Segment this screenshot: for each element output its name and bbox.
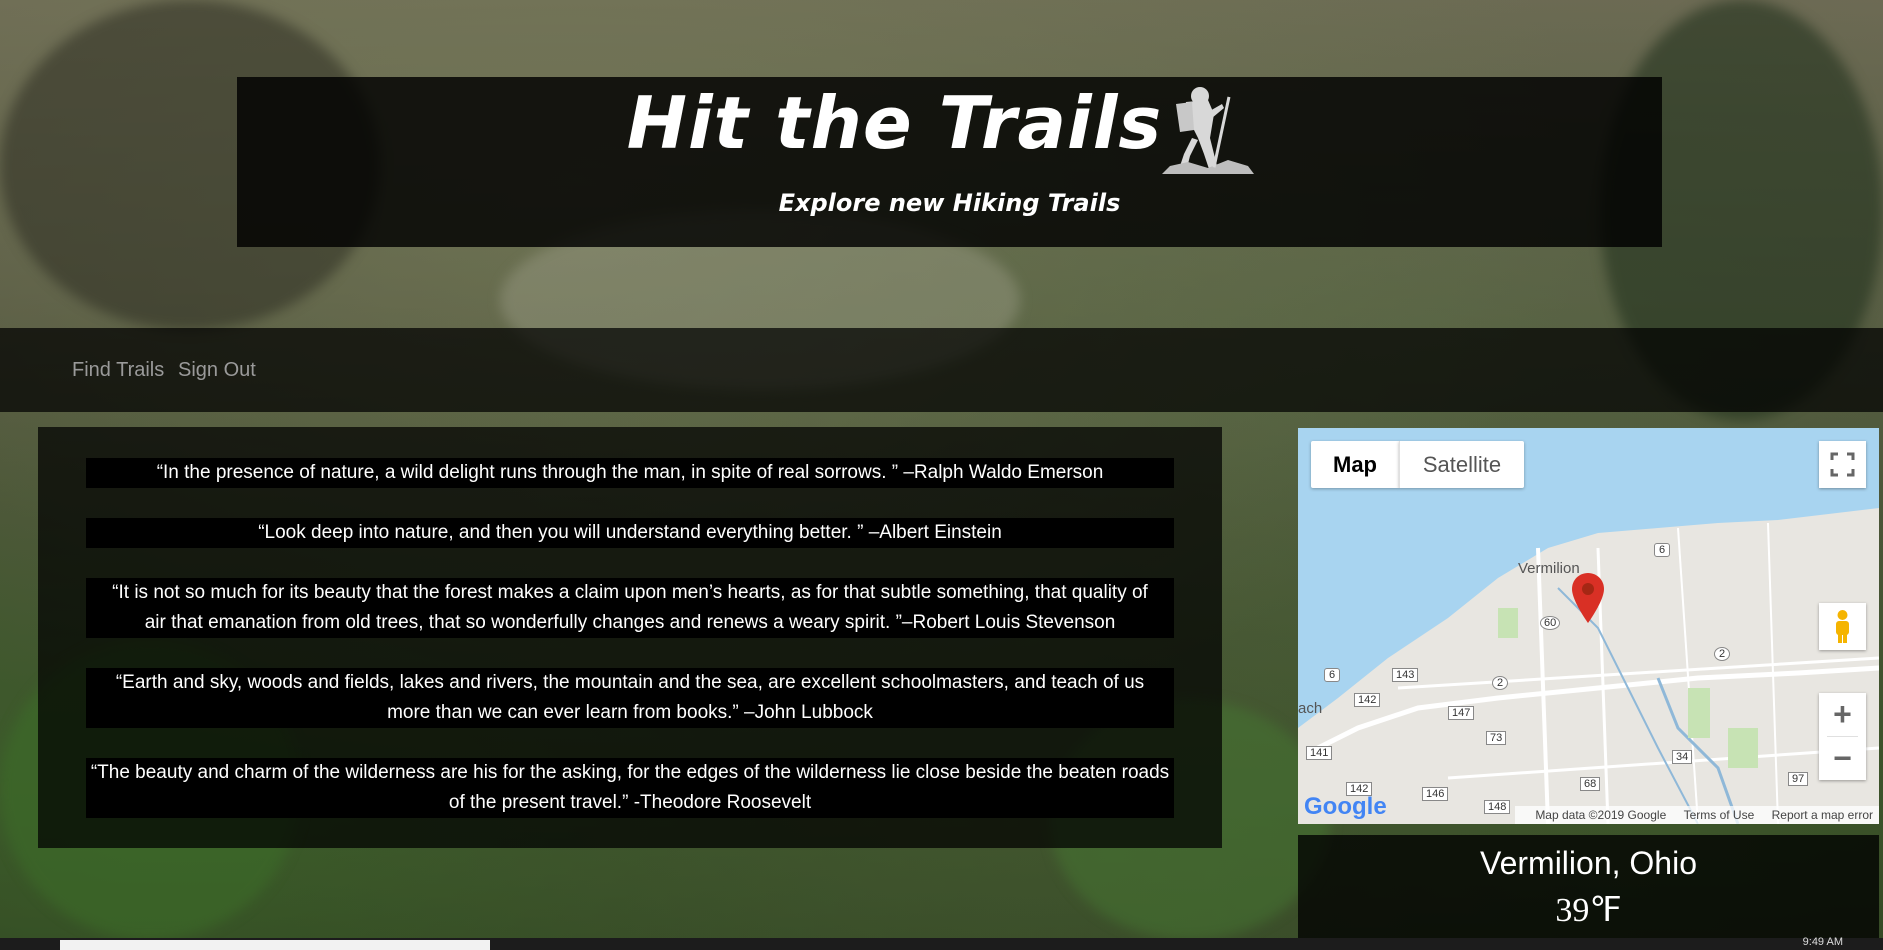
os-taskbar: 9:49 AM <box>0 936 1883 950</box>
weather-panel: Vermilion, Ohio 39℉ <box>1298 835 1879 941</box>
quote-item: “Look deep into nature, and then you wil… <box>86 518 1174 548</box>
map-widget[interactable]: Vermilion ach 6 60 6 143 142 2 147 73 14… <box>1298 428 1879 824</box>
route-shield: 6 <box>1324 668 1341 682</box>
nav-sign-out[interactable]: Sign Out <box>178 328 256 412</box>
map-type-satellite-button[interactable]: Satellite <box>1399 441 1524 488</box>
quote-item: “Earth and sky, woods and fields, lakes … <box>86 668 1174 728</box>
zoom-control: + − <box>1819 693 1866 780</box>
map-data-credit: Map data ©2019 Google <box>1535 808 1667 822</box>
site-subtitle: Explore new Hiking Trails <box>778 189 1121 217</box>
route-shield: 141 <box>1306 746 1333 760</box>
route-shield: 147 <box>1448 706 1475 720</box>
pegman-icon <box>1836 610 1849 643</box>
route-shield: 2 <box>1714 647 1731 661</box>
taskbar-clock: 9:49 AM <box>1802 936 1843 948</box>
navbar: Find Trails Sign Out <box>0 328 1883 412</box>
site-title: Hit the Trails <box>626 81 1163 165</box>
route-shield: 60 <box>1540 616 1561 630</box>
route-shield: 143 <box>1392 668 1419 682</box>
weather-city: Vermilion, Ohio <box>1480 845 1697 881</box>
fullscreen-icon <box>1830 452 1855 477</box>
zoom-in-button[interactable]: + <box>1819 693 1866 736</box>
weather-temperature: 39℉ <box>1555 892 1622 929</box>
hiker-icon <box>1162 87 1254 174</box>
route-shield: 146 <box>1422 787 1449 801</box>
route-shield: 2 <box>1492 676 1509 690</box>
zoom-out-button[interactable]: − <box>1819 737 1866 780</box>
header-banner: Hit the Trails Explore new Hiking Trails <box>237 77 1662 247</box>
quote-item: “It is not so much for its beauty that t… <box>86 578 1174 638</box>
taskbar-search-box[interactable] <box>60 940 490 950</box>
route-shield: 73 <box>1486 731 1507 745</box>
fullscreen-button[interactable] <box>1819 441 1866 488</box>
route-shield: 148 <box>1484 800 1511 814</box>
nav-find-trails[interactable]: Find Trails <box>72 328 164 412</box>
quote-item: “In the presence of nature, a wild delig… <box>86 458 1174 488</box>
route-shield: 6 <box>1654 543 1671 557</box>
street-view-pegman[interactable] <box>1819 603 1866 650</box>
route-shield: 34 <box>1672 750 1693 764</box>
quote-item: “The beauty and charm of the wilderness … <box>86 758 1174 818</box>
google-logo[interactable]: Google <box>1304 793 1387 821</box>
map-marker-icon[interactable] <box>1572 573 1604 623</box>
route-shield: 97 <box>1788 772 1809 786</box>
route-shield: 142 <box>1354 693 1381 707</box>
report-map-error-link[interactable]: Report a map error <box>1772 808 1873 822</box>
terms-of-use-link[interactable]: Terms of Use <box>1684 808 1755 822</box>
quotes-panel: “In the presence of nature, a wild delig… <box>38 427 1222 848</box>
map-type-map-button[interactable]: Map <box>1311 441 1399 488</box>
map-attribution: Map data ©2019 Google Terms of Use Repor… <box>1515 806 1879 824</box>
route-shield: 68 <box>1580 777 1601 791</box>
